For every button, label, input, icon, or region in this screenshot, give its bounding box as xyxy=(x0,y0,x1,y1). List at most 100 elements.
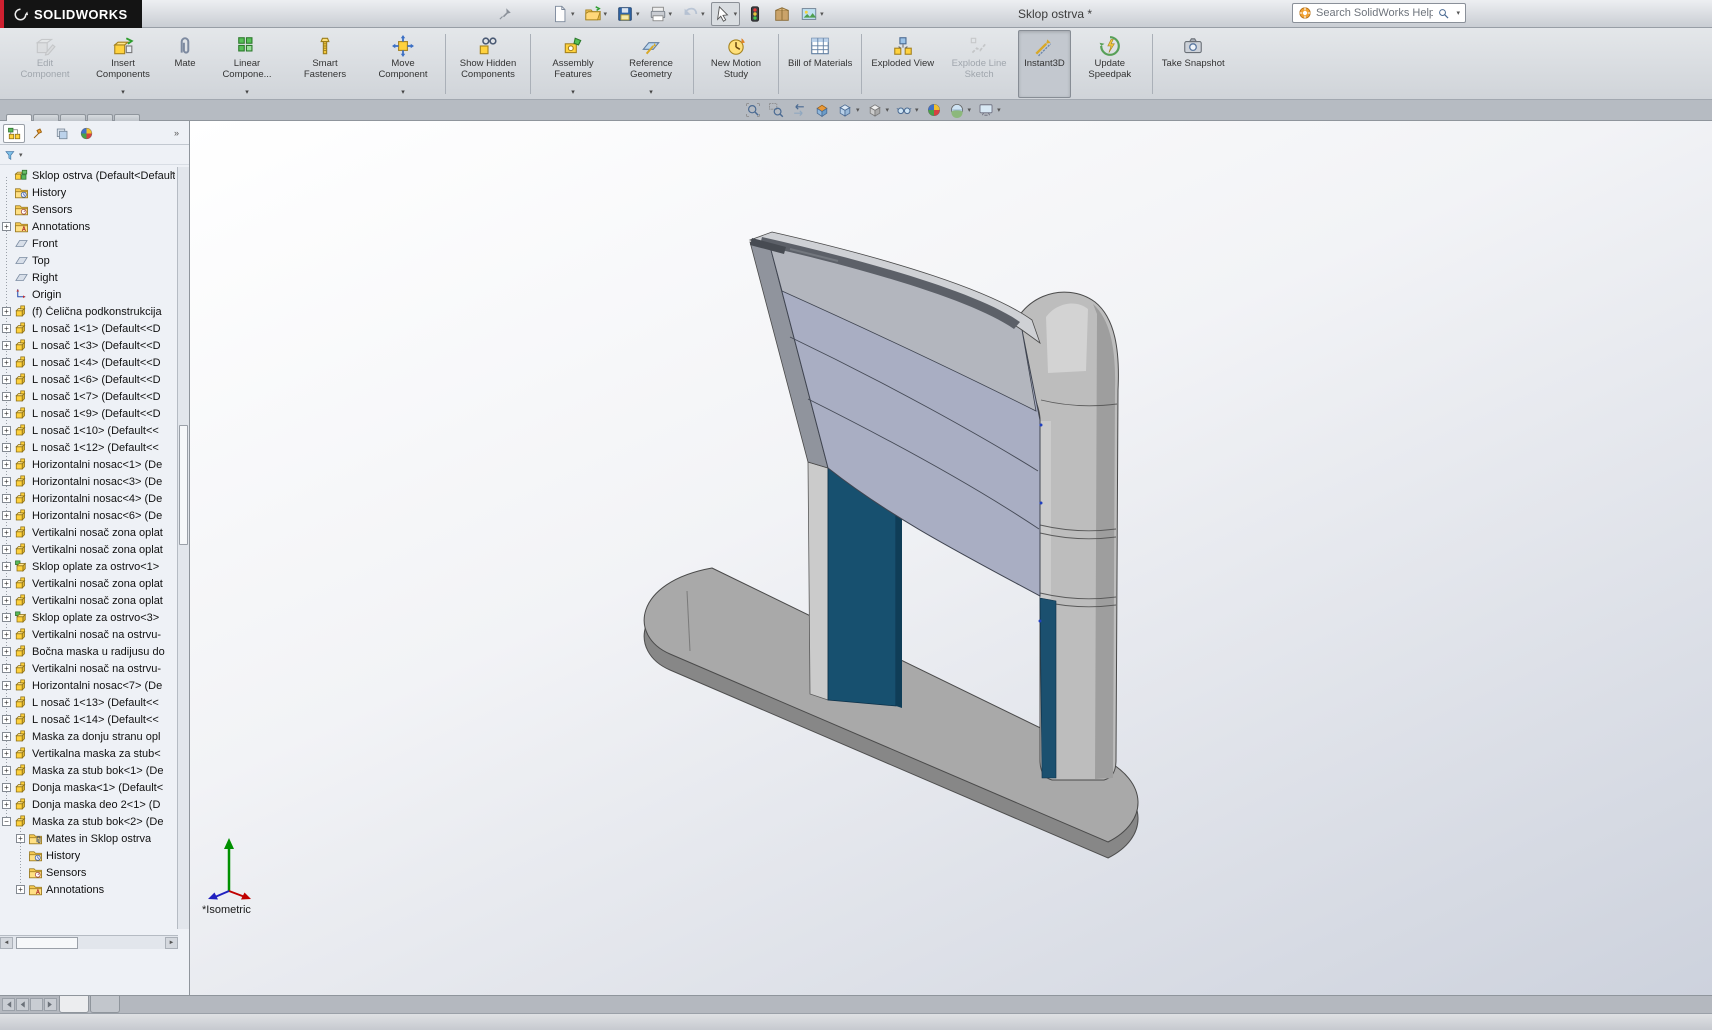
expander-icon[interactable]: + xyxy=(2,681,11,690)
tree-item[interactable]: + Donja maska deo 2<1> (D xyxy=(0,796,178,813)
tree-item[interactable]: + Vertikalni nosač zona oplat xyxy=(0,575,178,592)
ribbon-button[interactable]: Edit Component xyxy=(6,30,84,98)
collapse-chevron-icon[interactable]: ˄ xyxy=(170,170,175,179)
expander-icon[interactable]: + xyxy=(2,528,11,537)
window-control-icon[interactable] xyxy=(1668,4,1683,19)
tree-item[interactable]: Sensors xyxy=(14,864,178,881)
dropdown-caret-icon[interactable]: ▾ xyxy=(669,10,673,18)
tree-item[interactable]: Right xyxy=(0,269,178,286)
tree-item[interactable]: + L nosač 1<13> (Default<< xyxy=(0,694,178,711)
document-window-icon[interactable] xyxy=(1548,103,1561,116)
document-window-icon[interactable] xyxy=(1476,103,1489,116)
expander-icon[interactable]: + xyxy=(2,596,11,605)
expander-icon[interactable]: + xyxy=(2,222,11,231)
view-tool-button[interactable]: ▾ xyxy=(837,102,860,118)
quick-access-button[interactable] xyxy=(743,2,767,26)
expander-icon[interactable]: + xyxy=(16,885,25,894)
tree-item[interactable]: Front xyxy=(0,235,178,252)
tree-item[interactable]: + Annotations xyxy=(14,881,178,898)
ribbon-button[interactable]: Assembly Features ▾ xyxy=(534,30,612,98)
expander-icon[interactable]: + xyxy=(2,749,11,758)
tab-nav-button[interactable] xyxy=(2,998,15,1011)
ribbon-button[interactable]: Update Speedpak xyxy=(1071,30,1149,98)
dropdown-caret-icon[interactable]: ▾ xyxy=(571,88,575,96)
tree-item[interactable]: + Sklop oplate za ostrvo<3> xyxy=(0,609,178,626)
command-tab[interactable] xyxy=(33,114,59,121)
tree-root-item[interactable]: Sklop ostrva (Default<Default ˄ xyxy=(0,167,178,184)
expander-icon[interactable]: + xyxy=(2,698,11,707)
expander-icon[interactable]: + xyxy=(2,375,11,384)
expander-icon[interactable]: + xyxy=(2,579,11,588)
expander-icon[interactable]: + xyxy=(2,460,11,469)
quick-access-button[interactable]: ▾ xyxy=(613,2,643,26)
ribbon-button[interactable]: Take Snapshot xyxy=(1156,30,1231,98)
tab-nav-button[interactable] xyxy=(30,998,43,1011)
ribbon-button[interactable]: Move Component ▾ xyxy=(364,30,442,98)
ribbon-button[interactable]: Reference Geometry ▾ xyxy=(612,30,690,98)
ribbon-button[interactable]: Smart Fasteners xyxy=(286,30,364,98)
expander-icon[interactable]: + xyxy=(2,477,11,486)
view-tool-button[interactable]: ▾ xyxy=(867,102,890,118)
ribbon-button[interactable]: Insert Components ▾ xyxy=(84,30,162,98)
tree-item[interactable]: + Vertikalna maska za stub< xyxy=(0,745,178,762)
quick-access-button[interactable]: ▾ xyxy=(581,2,611,26)
expander-icon[interactable]: + xyxy=(2,341,11,350)
tree-item[interactable]: + L nosač 1<3> (Default<<D xyxy=(0,337,178,354)
document-window-icon[interactable] xyxy=(1500,103,1513,116)
tree-item[interactable]: + Donja maska<1> (Default< xyxy=(0,779,178,796)
quick-access-button[interactable]: ▾ xyxy=(678,2,708,26)
scrollbar-thumb[interactable] xyxy=(16,937,78,949)
dropdown-caret-icon[interactable]: ▾ xyxy=(968,106,972,114)
expander-icon[interactable]: + xyxy=(2,800,11,809)
tree-item[interactable]: + Vertikalni nosač zona oplat xyxy=(0,524,178,541)
dropdown-caret-icon[interactable]: ▾ xyxy=(121,88,125,96)
dropdown-caret-icon[interactable]: ▾ xyxy=(636,10,640,18)
panel-tab[interactable] xyxy=(3,124,25,143)
expander-icon[interactable]: + xyxy=(2,715,11,724)
command-tab[interactable] xyxy=(114,114,140,121)
tree-item[interactable]: + L nosač 1<10> (Default<< xyxy=(0,422,178,439)
tree-item[interactable]: + L nosač 1<6> (Default<<D xyxy=(0,371,178,388)
tree-item[interactable]: + Horizontalni nosac<4> (De xyxy=(0,490,178,507)
expander-icon[interactable]: − xyxy=(2,817,11,826)
pin-menu-icon[interactable] xyxy=(498,6,513,21)
panel-tab[interactable] xyxy=(27,124,49,143)
search-icon[interactable] xyxy=(1437,7,1450,20)
expander-icon[interactable]: + xyxy=(2,494,11,503)
quick-access-button[interactable]: ▾ xyxy=(797,2,827,26)
view-tool-button[interactable]: ▾ xyxy=(949,102,972,118)
tree-item[interactable]: + Sklop oplate za ostrvo<1> xyxy=(0,558,178,575)
ribbon-button[interactable]: Mate xyxy=(162,30,208,98)
help-search-box[interactable]: Search SolidWorks Help ▾ xyxy=(1292,3,1466,23)
panel-overflow-button[interactable]: » xyxy=(174,128,179,138)
quick-access-button[interactable]: ▾ xyxy=(646,2,676,26)
tree-item[interactable]: + L nosač 1<7> (Default<<D xyxy=(0,388,178,405)
tree-item[interactable]: + Annotations xyxy=(0,218,178,235)
ribbon-button[interactable]: Explode Line Sketch xyxy=(940,30,1018,98)
quick-access-button[interactable] xyxy=(770,2,794,26)
expander-icon[interactable]: + xyxy=(2,613,11,622)
expander-icon[interactable]: + xyxy=(2,545,11,554)
dropdown-caret-icon[interactable]: ▾ xyxy=(886,106,890,114)
document-tab[interactable] xyxy=(59,996,89,1013)
ribbon-button[interactable]: Show Hidden Components xyxy=(449,30,527,98)
dropdown-caret-icon[interactable]: ▾ xyxy=(245,88,249,96)
view-tool-button[interactable] xyxy=(814,102,830,118)
tree-item[interactable]: Top xyxy=(0,252,178,269)
graphics-viewport[interactable]: *Isometric xyxy=(190,121,1712,995)
panel-tab[interactable] xyxy=(51,124,73,143)
ribbon-button[interactable]: Linear Compone... ▾ xyxy=(208,30,286,98)
tree-item[interactable]: + L nosač 1<14> (Default<< xyxy=(0,711,178,728)
quick-access-button[interactable]: ▾ xyxy=(548,2,578,26)
scroll-left-icon[interactable]: ◄ xyxy=(0,937,13,949)
tree-item[interactable]: + Mates in Sklop ostrva xyxy=(14,830,178,847)
filter-caret-icon[interactable]: ▾ xyxy=(19,151,23,159)
tree-item[interactable]: + Vertikalni nosač zona oplat xyxy=(0,541,178,558)
expander-icon[interactable]: + xyxy=(2,562,11,571)
expander-icon[interactable]: + xyxy=(2,324,11,333)
document-tab[interactable] xyxy=(90,996,120,1013)
tree-item[interactable]: + L nosač 1<4> (Default<<D xyxy=(0,354,178,371)
command-tab[interactable] xyxy=(87,114,113,121)
dropdown-caret-icon[interactable]: ▾ xyxy=(820,10,824,18)
command-tab[interactable] xyxy=(60,114,86,121)
